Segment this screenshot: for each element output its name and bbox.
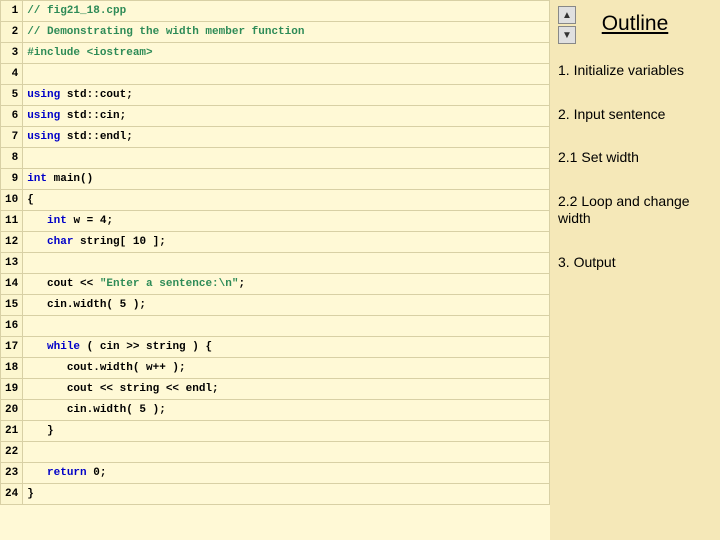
code-line: 1// fig21_18.cpp [1,1,550,22]
code-line: 18 cout.width( w++ ); [1,358,550,379]
code-content: int main() [23,169,550,190]
code-line: 22 [1,442,550,463]
code-content: cout.width( w++ ); [23,358,550,379]
code-content: cout << "Enter a sentence:\n"; [23,274,550,295]
code-line: 9int main() [1,169,550,190]
nav-up-button[interactable]: ▲ [558,6,576,24]
nav-down-button[interactable]: ▼ [558,26,576,44]
line-number: 5 [1,85,23,106]
code-content: int w = 4; [23,211,550,232]
line-number: 8 [1,148,23,169]
line-number: 14 [1,274,23,295]
code-line: 17 while ( cin >> string ) { [1,337,550,358]
line-number: 4 [1,64,23,85]
line-number: 6 [1,106,23,127]
code-content: char string[ 10 ]; [23,232,550,253]
line-number: 17 [1,337,23,358]
code-content: } [23,421,550,442]
line-number: 16 [1,316,23,337]
code-content: cin.width( 5 ); [23,400,550,421]
nav-buttons: ▲ ▼ [558,6,576,46]
code-content: cin.width( 5 ); [23,295,550,316]
line-number: 10 [1,190,23,211]
line-number: 24 [1,484,23,505]
code-content: // fig21_18.cpp [23,1,550,22]
outline-item: 3. Output [558,254,712,272]
code-line: 20 cin.width( 5 ); [1,400,550,421]
line-number: 2 [1,22,23,43]
line-number: 23 [1,463,23,484]
line-number: 11 [1,211,23,232]
code-content [23,442,550,463]
code-line: 21 } [1,421,550,442]
code-line: 15 cin.width( 5 ); [1,295,550,316]
line-number: 13 [1,253,23,274]
code-content [23,64,550,85]
line-number: 18 [1,358,23,379]
outline-panel: ▲ ▼ Outline 1. Initialize variables 2. In… [550,0,720,540]
outline-item: 2. Input sentence [558,106,712,124]
line-number: 19 [1,379,23,400]
code-line: 2// Demonstrating the width member funct… [1,22,550,43]
outline-item: 2.2 Loop and change width [558,193,712,228]
code-line: 12 char string[ 10 ]; [1,232,550,253]
outline-item: 2.1 Set width [558,149,712,167]
line-number: 7 [1,127,23,148]
code-content: using std::cin; [23,106,550,127]
code-line: 10{ [1,190,550,211]
code-content: return 0; [23,463,550,484]
code-line: 3#include <iostream> [1,43,550,64]
code-line: 5using std::cout; [1,85,550,106]
code-line: 7using std::endl; [1,127,550,148]
code-content [23,253,550,274]
code-table: 1// fig21_18.cpp2// Demonstrating the wi… [0,0,550,505]
code-line: 14 cout << "Enter a sentence:\n"; [1,274,550,295]
code-line: 19 cout << string << endl; [1,379,550,400]
line-number: 20 [1,400,23,421]
line-number: 21 [1,421,23,442]
code-line: 24} [1,484,550,505]
code-line: 16 [1,316,550,337]
outline-item: 1. Initialize variables [558,62,712,80]
code-line: 11 int w = 4; [1,211,550,232]
line-number: 3 [1,43,23,64]
code-content: using std::cout; [23,85,550,106]
line-number: 9 [1,169,23,190]
code-content [23,148,550,169]
line-number: 12 [1,232,23,253]
code-line: 13 [1,253,550,274]
line-number: 1 [1,1,23,22]
code-line: 23 return 0; [1,463,550,484]
code-content: // Demonstrating the width member functi… [23,22,550,43]
code-content [23,316,550,337]
line-number: 22 [1,442,23,463]
code-content: cout << string << endl; [23,379,550,400]
code-content: while ( cin >> string ) { [23,337,550,358]
code-line: 8 [1,148,550,169]
code-content: { [23,190,550,211]
code-content: #include <iostream> [23,43,550,64]
code-line: 6using std::cin; [1,106,550,127]
line-number: 15 [1,295,23,316]
code-content: } [23,484,550,505]
code-panel: 1// fig21_18.cpp2// Demonstrating the wi… [0,0,550,540]
code-content: using std::endl; [23,127,550,148]
outline-title: Outline [558,12,712,36]
code-line: 4 [1,64,550,85]
